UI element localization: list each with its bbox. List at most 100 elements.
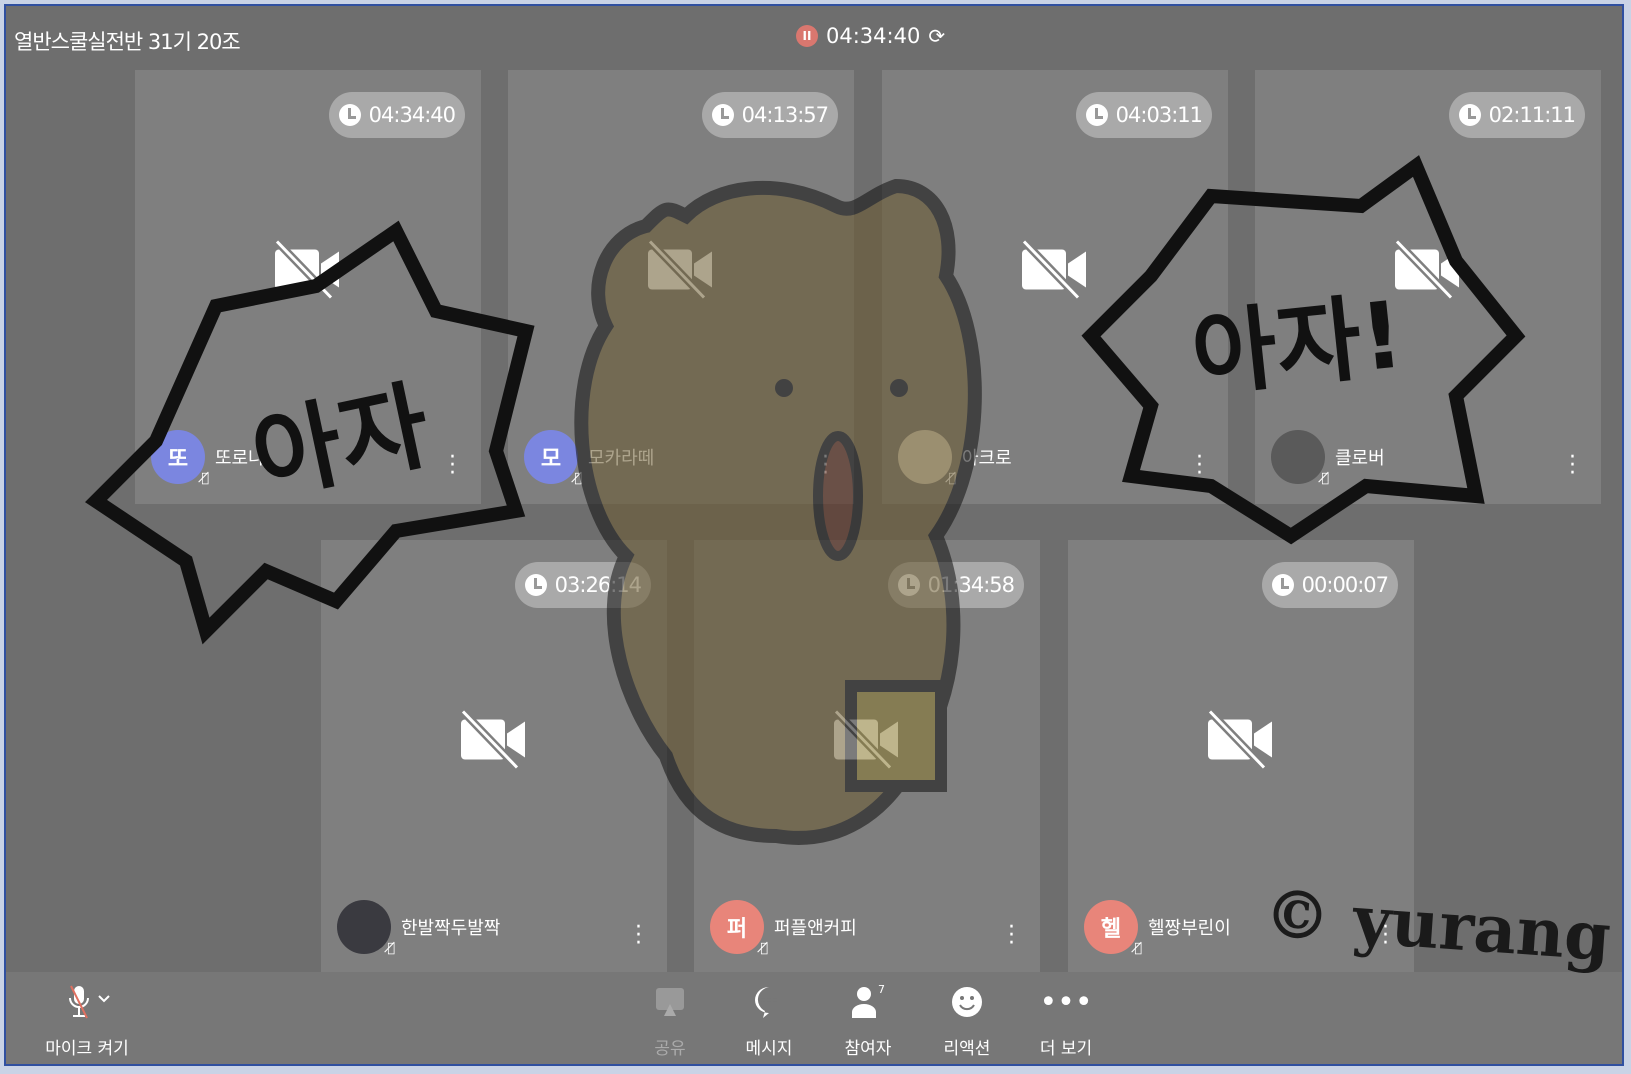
- more-options-icon[interactable]: · · ·: [635, 917, 642, 955]
- more-options-icon[interactable]: · · ·: [822, 447, 829, 485]
- chevron-down-icon: [98, 995, 110, 1003]
- chat-bubble-icon: [753, 982, 785, 1022]
- cut-label: 기: [4, 1034, 5, 1059]
- avatar: 🎙̸: [898, 430, 956, 486]
- mic-muted-icon: 🎙̸: [948, 471, 956, 486]
- participant-name: 클로버: [1335, 448, 1385, 469]
- participant-info: 헬 🎙̸ 헬짱부린이: [1084, 900, 1231, 956]
- camera-off-icon: [832, 708, 902, 774]
- avatar-initial: 모: [540, 447, 562, 472]
- mic-label: 마이크 켜기: [45, 1039, 129, 1059]
- clock-icon: [524, 574, 547, 596]
- participant-name: 한발짝두발짝: [401, 918, 501, 939]
- participant-name: 아크로: [962, 448, 1012, 469]
- participant-timer: 00:00:07: [1261, 562, 1398, 608]
- participant-tile[interactable]: 01:34:58 퍼 🎙̸ 퍼플앤커피 · · ·: [694, 540, 1040, 974]
- mic-muted-icon: 🎙̸: [1134, 941, 1142, 956]
- meeting-title: 열반스쿨실전반 31기 20조: [14, 30, 241, 54]
- more-dots-icon: •••: [1039, 984, 1093, 1020]
- avatar: 또 🎙̸: [151, 430, 209, 486]
- mic-muted-icon: 🎙̸: [574, 471, 582, 486]
- participant-timer: 03:26:14: [514, 562, 651, 608]
- camera-off-icon: [273, 238, 343, 304]
- more-options-icon[interactable]: · · ·: [449, 447, 456, 485]
- participant-tile[interactable]: 03:26:14 🎙̸ 한발짝두발짝 · · ·: [321, 540, 667, 974]
- participant-tile[interactable]: 04:03:11 🎙̸ 아크로 · · ·: [882, 70, 1228, 504]
- smile-icon: [951, 982, 983, 1022]
- share-button[interactable]: 공유: [630, 982, 710, 1059]
- participant-timer: 04:03:11: [1075, 92, 1212, 138]
- clock-icon: [897, 574, 920, 596]
- bottom-toolbar: 기 마이크 켜기 공유 메시지 7 참여자 리액션 ••• 더 보기: [4, 972, 1622, 1064]
- pause-icon[interactable]: II: [796, 25, 818, 47]
- share-icon: [655, 982, 685, 1022]
- avatar: 🎙̸: [337, 900, 395, 956]
- participant-info: 🎙̸ 한발짝두발짝: [337, 900, 501, 956]
- participant-tile[interactable]: 02:11:11 🎙̸ 클로버 · · ·: [1255, 70, 1601, 504]
- clock-icon: [1085, 104, 1108, 126]
- avatar-initial: 또: [167, 447, 189, 472]
- more-label: 더 보기: [1039, 1039, 1093, 1059]
- avatar-initial: 헬: [1100, 917, 1122, 942]
- more-options-icon[interactable]: · · ·: [1569, 447, 1576, 485]
- timer-text: 02:11:11: [1488, 103, 1576, 127]
- mic-muted-icon: 🎙̸: [201, 471, 209, 486]
- recording-time: 04:34:40: [826, 24, 921, 48]
- participants-count: 7: [878, 984, 885, 996]
- avatar: 퍼 🎙̸: [710, 900, 768, 956]
- camera-off-icon: [459, 708, 529, 774]
- participant-name: 퍼플앤커피: [774, 918, 857, 939]
- participants-label: 참여자: [844, 1039, 892, 1059]
- person-icon: 7: [848, 982, 888, 1022]
- meeting-window: 열반스쿨실전반 31기 20조 II 04:34:40 ⟳ 04:34:40 또…: [4, 4, 1624, 1066]
- camera-off-icon: [646, 238, 716, 304]
- participant-info: 🎙̸ 아크로: [898, 430, 1012, 486]
- more-options-icon[interactable]: · · ·: [1008, 917, 1015, 955]
- participant-timer: 04:13:57: [701, 92, 838, 138]
- camera-off-icon: [1206, 708, 1276, 774]
- message-button[interactable]: 메시지: [729, 982, 809, 1059]
- participant-info: 모 🎙̸ 모카라떼: [524, 430, 655, 486]
- participant-name: 모카라떼: [588, 448, 655, 469]
- avatar-initial: 퍼: [726, 917, 748, 942]
- mic-muted-icon: 🎙̸: [760, 941, 768, 956]
- avatar: 모 🎙̸: [524, 430, 582, 486]
- avatar: 🎙̸: [1271, 430, 1329, 486]
- participant-tile[interactable]: 04:34:40 또 🎙̸ 또로나 · · ·: [135, 70, 481, 504]
- timer-text: 04:13:57: [741, 103, 829, 127]
- refresh-icon[interactable]: ⟳: [928, 24, 945, 48]
- clock-icon: [1271, 574, 1294, 596]
- timer-text: 01:34:58: [927, 573, 1015, 597]
- participant-tile[interactable]: 04:13:57 모 🎙̸ 모카라떼 · · ·: [508, 70, 854, 504]
- mic-on-button[interactable]: 마이크 켜기: [42, 982, 132, 1059]
- participant-info: 🎙̸ 클로버: [1271, 430, 1385, 486]
- participant-name: 헬짱부린이: [1148, 918, 1231, 939]
- mic-muted-icon: [59, 982, 115, 1022]
- participant-info: 또 🎙̸ 또로나: [151, 430, 265, 486]
- reaction-label: 리액션: [943, 1039, 991, 1059]
- more-button[interactable]: ••• 더 보기: [1026, 982, 1106, 1060]
- mic-muted-icon: 🎙̸: [387, 941, 395, 956]
- participant-timer: 04:34:40: [328, 92, 465, 138]
- participant-name: 또로나: [215, 448, 265, 469]
- participant-timer: 02:11:11: [1448, 92, 1585, 138]
- timer-text: 04:03:11: [1115, 103, 1203, 127]
- participants-button[interactable]: 7 참여자: [828, 982, 908, 1059]
- mic-muted-icon: 🎙̸: [1321, 471, 1329, 486]
- toolbar-cut-item[interactable]: 기: [4, 982, 22, 1059]
- participant-info: 퍼 🎙̸ 퍼플앤커피: [710, 900, 857, 956]
- timer-text: 04:34:40: [368, 103, 456, 127]
- message-label: 메시지: [745, 1039, 793, 1059]
- reaction-button[interactable]: 리액션: [927, 982, 1007, 1059]
- camera-off-icon: [1020, 238, 1090, 304]
- clock-icon: [711, 104, 734, 126]
- recording-status[interactable]: II 04:34:40 ⟳: [796, 24, 945, 48]
- participant-timer: 01:34:58: [887, 562, 1024, 608]
- top-bar: 열반스쿨실전반 31기 20조 II 04:34:40 ⟳: [6, 12, 1622, 70]
- clock-icon: [338, 104, 361, 126]
- timer-text: 03:26:14: [554, 573, 642, 597]
- timer-text: 00:00:07: [1301, 573, 1389, 597]
- clock-icon: [1458, 104, 1481, 126]
- more-options-icon[interactable]: · · ·: [1196, 447, 1203, 485]
- share-label: 공유: [654, 1039, 686, 1059]
